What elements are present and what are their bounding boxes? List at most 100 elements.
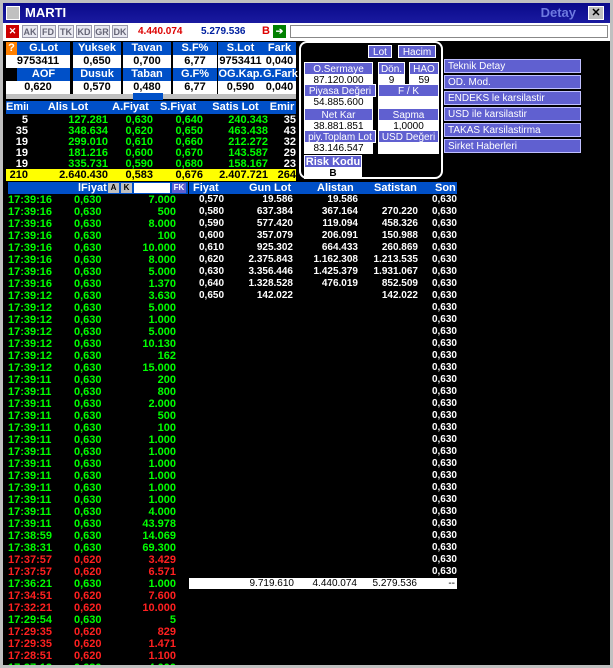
trade-row: 17:29:54 0,630 5 (8, 614, 176, 626)
trade-price: 0,630 (74, 578, 102, 590)
trade-row: 17:29:35 0,620 1.471 (8, 638, 176, 650)
detay-label: Detay (540, 5, 576, 20)
trade-lot: 1.100 (148, 650, 176, 662)
trade-row: 17:39:12 0,630 15.000 (8, 362, 176, 374)
trade-time: 17:37:57 (8, 566, 53, 578)
trade-lot: 8.000 (148, 218, 176, 230)
dist-satistan: 852.509 (381, 278, 418, 289)
menu-item[interactable]: Sirket Haberleri (444, 139, 581, 153)
summary-row1-header: G.Lot (17, 42, 70, 55)
trade-time: 17:39:11 (8, 386, 52, 398)
dist-header-satistan[interactable]: Satistan (374, 182, 417, 194)
son-cell: 0,630 (431, 206, 457, 217)
trade-row: 17:39:12 0,630 10.130 (8, 338, 176, 350)
trade-lot: 1.000 (148, 482, 176, 494)
summary-row1-header: S.F% (173, 42, 217, 55)
trade-time: 17:39:16 (8, 278, 53, 290)
total-alistan: 4.440.074 (312, 578, 358, 589)
total-gunlot: 9.719.610 (249, 578, 295, 589)
risk-value: B (304, 168, 362, 179)
trade-time: 17:39:11 (8, 518, 52, 530)
trade-row: 17:39:11 0,630 1.000 (8, 434, 176, 446)
summary-row1-value: 9753411 (218, 55, 263, 68)
dist-header-alistan[interactable]: Alistan (317, 182, 354, 194)
trade-row: 17:32:21 0,620 10.000 (8, 602, 176, 614)
toolbar-tab-gr[interactable]: GR (94, 25, 110, 38)
trade-row: 17:39:16 0,630 8.000 (8, 254, 176, 266)
trade-time: 17:39:11 (8, 374, 52, 386)
toolbar-tab-ak[interactable]: AK (22, 25, 38, 38)
sort-k-button[interactable]: K (121, 183, 132, 193)
fk-button[interactable]: FK (172, 183, 186, 193)
title-bar[interactable]: MARTI Detay ✕ (3, 3, 610, 23)
trade-row: 17:39:16 0,630 8.000 (8, 218, 176, 230)
son-cell: 0,630 (431, 350, 457, 361)
dist-alistan: 664.433 (321, 242, 358, 253)
trade-price: 0,630 (74, 494, 102, 506)
trades-filter-input[interactable] (134, 183, 170, 193)
fk-value (378, 97, 439, 108)
dist-gunlot: 925.302 (256, 242, 293, 253)
dist-fiyat: 0,570 (199, 194, 225, 205)
trade-time: 17:38:59 (8, 530, 53, 542)
trade-lot: 1.000 (148, 578, 176, 590)
summary-row2-header: AOF (17, 68, 70, 81)
trades-header-label: lFiyat (78, 182, 107, 194)
lot-button[interactable]: Lot (368, 45, 392, 58)
toolbar-tab-kd[interactable]: KD (76, 25, 92, 38)
trade-lot: 5.000 (148, 302, 176, 314)
sort-a-button[interactable]: A (108, 183, 119, 193)
summary-row2-header: G.Fark (263, 68, 298, 81)
trade-lot: 1.000 (148, 458, 176, 470)
trade-row: 17:39:11 0,630 200 (8, 374, 176, 386)
close-small-icon[interactable]: ✕ (6, 25, 19, 38)
dist-gunlot: 142.022 (256, 290, 293, 301)
trade-row: 17:39:11 0,630 4.000 (8, 506, 176, 518)
trade-row: 17:36:21 0,630 1.000 (8, 578, 176, 590)
trade-lot: 200 (157, 374, 176, 386)
menu-item[interactable]: TAKAS Karsilastirma (444, 123, 581, 137)
don-label: Dön. (378, 62, 405, 75)
dist-header-son[interactable]: Son (435, 182, 456, 194)
info-icon[interactable]: ? (6, 42, 17, 55)
trade-row: 17:28:51 0,620 1.100 (8, 650, 176, 662)
search-input[interactable] (290, 25, 608, 38)
summary-row1-value: 0,650 (73, 55, 121, 68)
trade-time: 17:39:11 (8, 398, 52, 410)
trade-row: 17:39:11 0,630 100 (8, 422, 176, 434)
trade-price: 0,630 (74, 302, 102, 314)
trades-header: lFiyat A K FK (8, 182, 188, 194)
dist-header-fiyat[interactable]: Fiyat (193, 182, 219, 194)
trade-row: 17:37:57 0,620 3.429 (8, 554, 176, 566)
hacim-button[interactable]: Hacim (398, 45, 436, 58)
menu-item[interactable]: ENDEKS le karsilastir (444, 91, 581, 105)
trade-price: 0,630 (74, 470, 102, 482)
trade-time: 17:38:31 (8, 542, 53, 554)
close-icon[interactable]: ✕ (588, 6, 604, 20)
toolbar-tab-fd[interactable]: FD (40, 25, 56, 38)
total-son: -- (448, 578, 455, 589)
depth-total: 2.640.430 (28, 169, 108, 181)
menu-item[interactable]: Teknik Detay (444, 59, 581, 73)
dist-header-gunlot[interactable]: Gun Lot (249, 182, 291, 194)
menu-item[interactable]: USD ile karsilastir (444, 107, 581, 121)
trade-price: 0,630 (74, 422, 102, 434)
trade-row: 17:39:11 0,630 1.000 (8, 482, 176, 494)
trade-row: 17:39:12 0,630 5.000 (8, 302, 176, 314)
depth-total: 0,676 (153, 169, 203, 181)
son-cell: 0,630 (431, 434, 457, 445)
son-cell: 0,630 (431, 398, 457, 409)
toolbar-tab-tk[interactable]: TK (58, 25, 74, 38)
trade-row: 17:39:16 0,630 7.000 (8, 194, 176, 206)
trade-row: 17:39:11 0,630 43.978 (8, 518, 176, 530)
trade-price: 0,630 (74, 482, 102, 494)
export-icon[interactable]: ➔ (273, 25, 286, 38)
price-field-1: 4.440.074 (138, 26, 183, 37)
trade-lot: 7.000 (148, 194, 176, 206)
son-cell: 0,630 (431, 374, 457, 385)
menu-item[interactable]: OD. Mod. (444, 75, 581, 89)
dist-alistan: 476.019 (321, 278, 358, 289)
trade-lot: 100 (157, 422, 176, 434)
dist-fiyat: 0,580 (199, 206, 225, 217)
toolbar-tab-dk[interactable]: DK (112, 25, 128, 38)
